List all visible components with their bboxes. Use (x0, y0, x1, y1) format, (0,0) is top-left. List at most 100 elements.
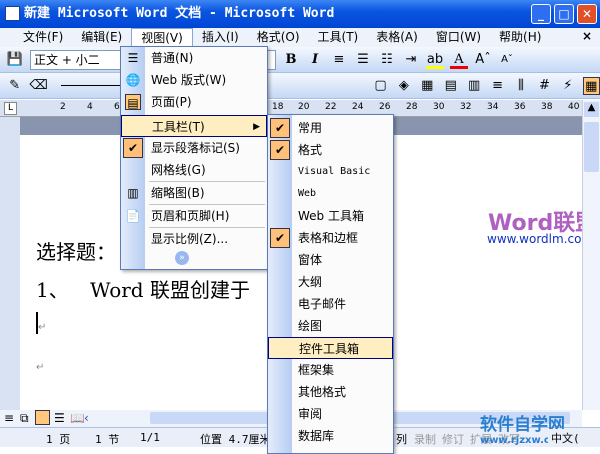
view-menu-zoom[interactable]: 显示比例(Z)... (121, 228, 267, 250)
scroll-thumb[interactable] (584, 122, 599, 172)
toolbar-web-tools[interactable]: Web 工具箱 (268, 205, 393, 227)
view-menu-header-footer[interactable]: 📄 页眉和页脚(H) (121, 205, 267, 227)
toolbar-frames[interactable]: 框架集 (268, 359, 393, 381)
align-icon[interactable]: ≡ (489, 77, 506, 95)
toolbar-visual-basic[interactable]: Visual Basic (268, 161, 393, 183)
scroll-up-icon[interactable]: ▲ (584, 102, 599, 117)
shrink-font-icon[interactable]: Aˇ (498, 51, 516, 69)
bold-button[interactable]: B (282, 51, 300, 69)
view-menu-toolbars[interactable]: 工具栏(T) ▶ (121, 115, 267, 137)
menu-view[interactable]: 视图(V) (131, 27, 193, 48)
ruler-tick: 22 (325, 102, 337, 112)
web-view-button[interactable]: ⧉ (20, 411, 29, 426)
status-position: 位置 4.7厘米 (200, 433, 271, 446)
toolbar-formatting[interactable]: ✔ 格式 (268, 139, 393, 161)
ruler-tick: 34 (487, 102, 499, 112)
status-page: 1 页 (46, 433, 71, 446)
doc-line-1[interactable]: 选择题： (36, 236, 116, 265)
menu-item-label: 缩略图(B) (151, 186, 205, 200)
ruler-tick: 26 (379, 102, 391, 112)
menu-insert[interactable]: 插入(I) (193, 28, 248, 47)
view-menu-page[interactable]: ▤ 页面(P) (121, 91, 267, 113)
view-menu-web-layout[interactable]: 🌐 Web 版式(W) (121, 69, 267, 91)
toolbar-control-toolbox[interactable]: 控件工具箱 (268, 337, 393, 359)
menu-item-label: 普通(N) (151, 51, 194, 65)
eraser-icon[interactable]: ⌫ (29, 77, 47, 95)
expand-menu-chevron-icon[interactable]: » (175, 251, 189, 265)
menu-file[interactable]: 文件(F) (14, 28, 72, 47)
view-menu-gridlines[interactable]: 网格线(G) (121, 159, 267, 181)
italic-button[interactable]: I (306, 51, 324, 69)
highlight-icon[interactable]: ab (426, 51, 444, 69)
split-cells-icon[interactable]: ▥ (465, 77, 482, 95)
doc-line-2-text[interactable]: Word 联盟创建于 (90, 274, 250, 303)
grow-font-icon[interactable]: Aˆ (474, 51, 492, 69)
toolbar-database[interactable]: 数据库 (268, 425, 393, 447)
scroll-left-icon[interactable]: ‹ (84, 411, 89, 425)
toolbar-standard[interactable]: ✔ 常用 (268, 117, 393, 139)
draw-table-icon[interactable]: ✎ (6, 77, 23, 95)
minimize-button[interactable]: _ (531, 4, 551, 24)
vertical-ruler[interactable] (0, 117, 20, 410)
save-icon[interactable]: 💾 (6, 51, 24, 69)
page-view-button[interactable] (35, 410, 50, 425)
bullets-icon[interactable]: ☷ (378, 51, 396, 69)
border-icon[interactable]: ▢ (372, 77, 389, 95)
check-icon: ✔ (123, 138, 143, 158)
menu-help[interactable]: 帮助(H) (490, 28, 550, 47)
toolbar-reviewing[interactable]: 审阅 (268, 403, 393, 425)
numbering-icon[interactable]: ☰ (354, 51, 372, 69)
menu-item-label: Web (298, 188, 317, 199)
distribute-cols-icon[interactable]: # (536, 77, 553, 95)
menu-window[interactable]: 窗口(W) (427, 28, 490, 47)
merge-cells-icon[interactable]: ▤ (442, 77, 459, 95)
watermark-url: www.wordlm.com (487, 232, 594, 246)
outline-view-button[interactable]: ☰ (54, 411, 65, 425)
ruler-tick: 18 (272, 102, 284, 112)
menu-item-label: 控件工具箱 (299, 342, 360, 356)
tab-selector[interactable]: L (4, 102, 17, 115)
maximize-button[interactable]: □ (554, 4, 574, 24)
menu-format[interactable]: 格式(O) (248, 28, 309, 47)
menu-edit[interactable]: 编辑(E) (72, 28, 131, 47)
status-track[interactable]: 修订 (442, 431, 464, 447)
menu-item-label: 页面(P) (151, 95, 192, 109)
toolbar-forms[interactable]: 窗体 (268, 249, 393, 271)
center-align-icon[interactable]: ≡ (330, 51, 348, 69)
view-menu-show-paragraph[interactable]: ✔ 显示段落标记(S) (121, 137, 267, 159)
menu-tools[interactable]: 工具(T) (309, 28, 368, 47)
autoformat-icon[interactable]: ⚡ (559, 77, 576, 95)
check-icon: ✔ (270, 118, 290, 138)
thumbnail-icon: ▥ (127, 186, 139, 200)
normal-view-button[interactable]: ≡ (4, 411, 14, 425)
ruler-tick: 24 (352, 102, 364, 112)
toolbar-web[interactable]: Web (268, 183, 393, 205)
doc-line-2-number[interactable]: 1、 (36, 274, 69, 303)
font-color-icon[interactable]: A (450, 51, 468, 69)
ruler-tick: 4 (87, 102, 93, 112)
vertical-scrollbar[interactable]: ▲ (582, 100, 600, 410)
close-button[interactable]: ✕ (577, 4, 597, 24)
toolbar-tables-borders[interactable]: ✔ 表格和边框 (268, 227, 393, 249)
paragraph-mark: ↵ (36, 362, 45, 373)
toolbar-outline[interactable]: 大纲 (268, 271, 393, 293)
menu-item-label: 常用 (298, 121, 323, 135)
reading-view-button[interactable]: 📖 (70, 411, 85, 425)
status-page-count: 1/1 (140, 431, 160, 444)
toolbar-other-formatting[interactable]: 其他格式 (268, 381, 393, 403)
insert-table-icon[interactable]: ▦ (419, 77, 436, 95)
indent-icon[interactable]: ⇥ (402, 51, 420, 69)
distribute-rows-icon[interactable]: ⫼ (512, 77, 529, 95)
status-record[interactable]: 录制 (414, 431, 436, 447)
toolbar-drawing[interactable]: 绘图 (268, 315, 393, 337)
view-menu-normal[interactable]: ☰ 普通(N) (121, 47, 267, 69)
menu-table[interactable]: 表格(A) (367, 28, 427, 47)
view-menu-thumbnails[interactable]: ▥ 缩略图(B) (121, 182, 267, 204)
menu-item-label: 表格和边框 (298, 231, 359, 245)
table-grid-icon[interactable]: ▦ (582, 76, 600, 95)
ruler-tick: 30 (433, 102, 445, 112)
shading-icon[interactable]: ◈ (395, 77, 412, 95)
close-document-button[interactable]: × (582, 29, 592, 43)
toolbar-email[interactable]: 电子邮件 (268, 293, 393, 315)
status-column: 列 (396, 433, 407, 446)
